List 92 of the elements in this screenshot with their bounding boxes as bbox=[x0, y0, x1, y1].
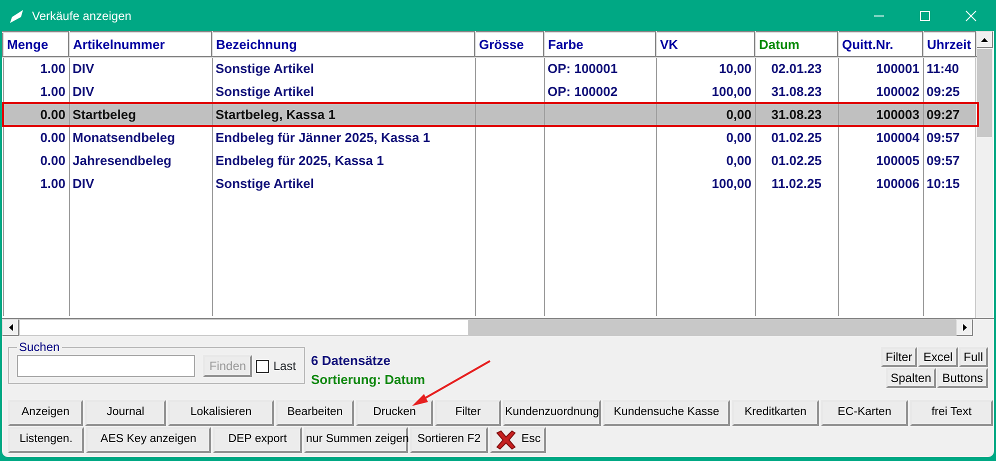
table-cell: Startbeleg, Kassa 1 bbox=[216, 106, 336, 122]
table-cell: Monatsendbeleg bbox=[72, 130, 176, 145]
toolbar-button[interactable]: Spalten bbox=[886, 368, 936, 388]
table-cell: OP: 100002 bbox=[548, 84, 618, 99]
action-button[interactable]: Filter bbox=[435, 400, 501, 426]
column-header[interactable]: Grösse bbox=[475, 32, 544, 57]
checkbox-label: Last bbox=[273, 358, 296, 375]
cross-icon bbox=[495, 430, 518, 450]
table-cell: 10,00 bbox=[718, 61, 752, 76]
table-cell: Sonstige Artikel bbox=[216, 84, 314, 99]
action-button[interactable]: Lokalisieren bbox=[168, 400, 274, 426]
left-arrow-icon bbox=[8, 324, 12, 331]
scrollbar-thumb[interactable] bbox=[19, 319, 469, 336]
table-cell: 100,00 bbox=[712, 84, 752, 99]
action-button[interactable]: Journal bbox=[85, 400, 166, 426]
table-cell: OP: 100001 bbox=[548, 61, 618, 76]
action-button[interactable]: Kreditkarten bbox=[732, 400, 819, 426]
table-cell: 09:27 bbox=[926, 106, 960, 122]
column-header[interactable]: Farbe bbox=[544, 32, 656, 57]
table-cell: 11:40 bbox=[926, 61, 960, 76]
up-arrow-icon bbox=[981, 38, 988, 42]
table-cell: 100004 bbox=[876, 130, 920, 145]
table-cell: 0.00 bbox=[40, 152, 66, 168]
table-cell: DIV bbox=[72, 176, 94, 191]
table-cell: 09:25 bbox=[926, 84, 960, 99]
action-button[interactable]: Drucken bbox=[356, 400, 433, 426]
column-header[interactable]: Datum bbox=[755, 32, 838, 57]
action-button[interactable]: Anzeigen bbox=[8, 400, 83, 426]
scroll-left-button[interactable] bbox=[2, 319, 19, 336]
toolbar-button[interactable]: Excel bbox=[918, 347, 958, 367]
column-header[interactable]: Menge bbox=[3, 32, 69, 57]
table-cell: 1.00 bbox=[40, 176, 66, 191]
table-cell: Sonstige Artikel bbox=[216, 176, 314, 191]
column-header[interactable]: Artikelnummer bbox=[69, 32, 212, 57]
table-cell: 100005 bbox=[876, 152, 920, 168]
action-button[interactable]: Kundenzuordnung bbox=[503, 400, 601, 426]
table-cell: Sonstige Artikel bbox=[216, 61, 314, 76]
esc-button[interactable]: Esc bbox=[490, 427, 546, 453]
table-cell: Startbeleg bbox=[72, 106, 136, 122]
table-cell: 09:57 bbox=[926, 130, 960, 145]
table-cell: 100002 bbox=[876, 84, 920, 99]
table-cell: 0.00 bbox=[40, 106, 66, 122]
action-button[interactable]: Bearbeiten bbox=[276, 400, 354, 426]
table-cell: 0,00 bbox=[726, 152, 752, 168]
scrollbar-thumb[interactable] bbox=[977, 49, 992, 137]
table-cell: 1.00 bbox=[40, 84, 66, 99]
action-button[interactable]: nur Summen zeigen bbox=[304, 427, 408, 453]
table-cell: 0,00 bbox=[726, 130, 752, 145]
table-cell: Endbeleg für 2025, Kassa 1 bbox=[216, 152, 384, 168]
column-header[interactable]: VK bbox=[656, 32, 755, 57]
scroll-up-button[interactable] bbox=[976, 31, 993, 48]
last-checkbox[interactable] bbox=[256, 360, 270, 372]
column-header[interactable]: Bezeichnung bbox=[212, 32, 475, 57]
table-cell: 100003 bbox=[876, 106, 920, 122]
window-title: Verkäufe anzeigen bbox=[32, 8, 132, 24]
search-field[interactable] bbox=[17, 355, 195, 377]
toolbar-button[interactable]: Full bbox=[958, 347, 988, 367]
action-button[interactable]: DEP export bbox=[213, 427, 302, 453]
table-cell: DIV bbox=[72, 84, 94, 99]
table-cell: 31.08.23 bbox=[771, 106, 822, 122]
scroll-right-button[interactable] bbox=[956, 319, 973, 336]
toolbar-button[interactable]: Filter bbox=[880, 347, 918, 367]
action-button[interactable]: Kundensuche Kasse bbox=[603, 400, 730, 426]
action-button[interactable]: Listengen. bbox=[8, 427, 84, 453]
app-logo-icon bbox=[8, 8, 24, 24]
column-header[interactable]: Quitt.Nr. bbox=[838, 32, 923, 57]
record-count: 6 Datensätze bbox=[311, 352, 392, 370]
column-header[interactable]: Uhrzeit bbox=[923, 32, 976, 57]
table-cell: 0.00 bbox=[40, 130, 66, 145]
table-cell: 31.08.23 bbox=[771, 84, 822, 99]
table-cell: 100006 bbox=[876, 176, 920, 191]
table-cell: 100,00 bbox=[712, 176, 752, 191]
action-button[interactable]: Sortieren F2 bbox=[410, 427, 488, 453]
action-button[interactable]: frei Text bbox=[910, 400, 993, 426]
table-cell: 01.02.25 bbox=[771, 152, 822, 168]
table-cell: DIV bbox=[72, 61, 94, 76]
table-cell: 09:57 bbox=[926, 152, 960, 168]
sorting-label: Sortierung: Datum bbox=[311, 371, 426, 389]
right-arrow-icon bbox=[962, 324, 966, 331]
table-cell: Endbeleg für Jänner 2025, Kassa 1 bbox=[216, 130, 430, 145]
table-cell: 100001 bbox=[876, 61, 920, 76]
table-cell: Jahresendbeleg bbox=[72, 152, 172, 168]
table-cell: 11.02.25 bbox=[772, 176, 822, 191]
group-label: Suchen bbox=[18, 341, 61, 353]
action-button[interactable]: AES Key anzeigen bbox=[86, 427, 211, 453]
table-cell: 0,00 bbox=[726, 106, 752, 122]
action-button[interactable]: EC-Karten bbox=[821, 400, 908, 426]
table-cell: 01.02.25 bbox=[771, 130, 822, 145]
table-cell: 1.00 bbox=[40, 61, 66, 76]
table-cell: 02.01.23 bbox=[771, 61, 822, 76]
table-cell: 10:15 bbox=[926, 176, 960, 191]
toolbar-button[interactable]: Buttons bbox=[937, 368, 988, 388]
